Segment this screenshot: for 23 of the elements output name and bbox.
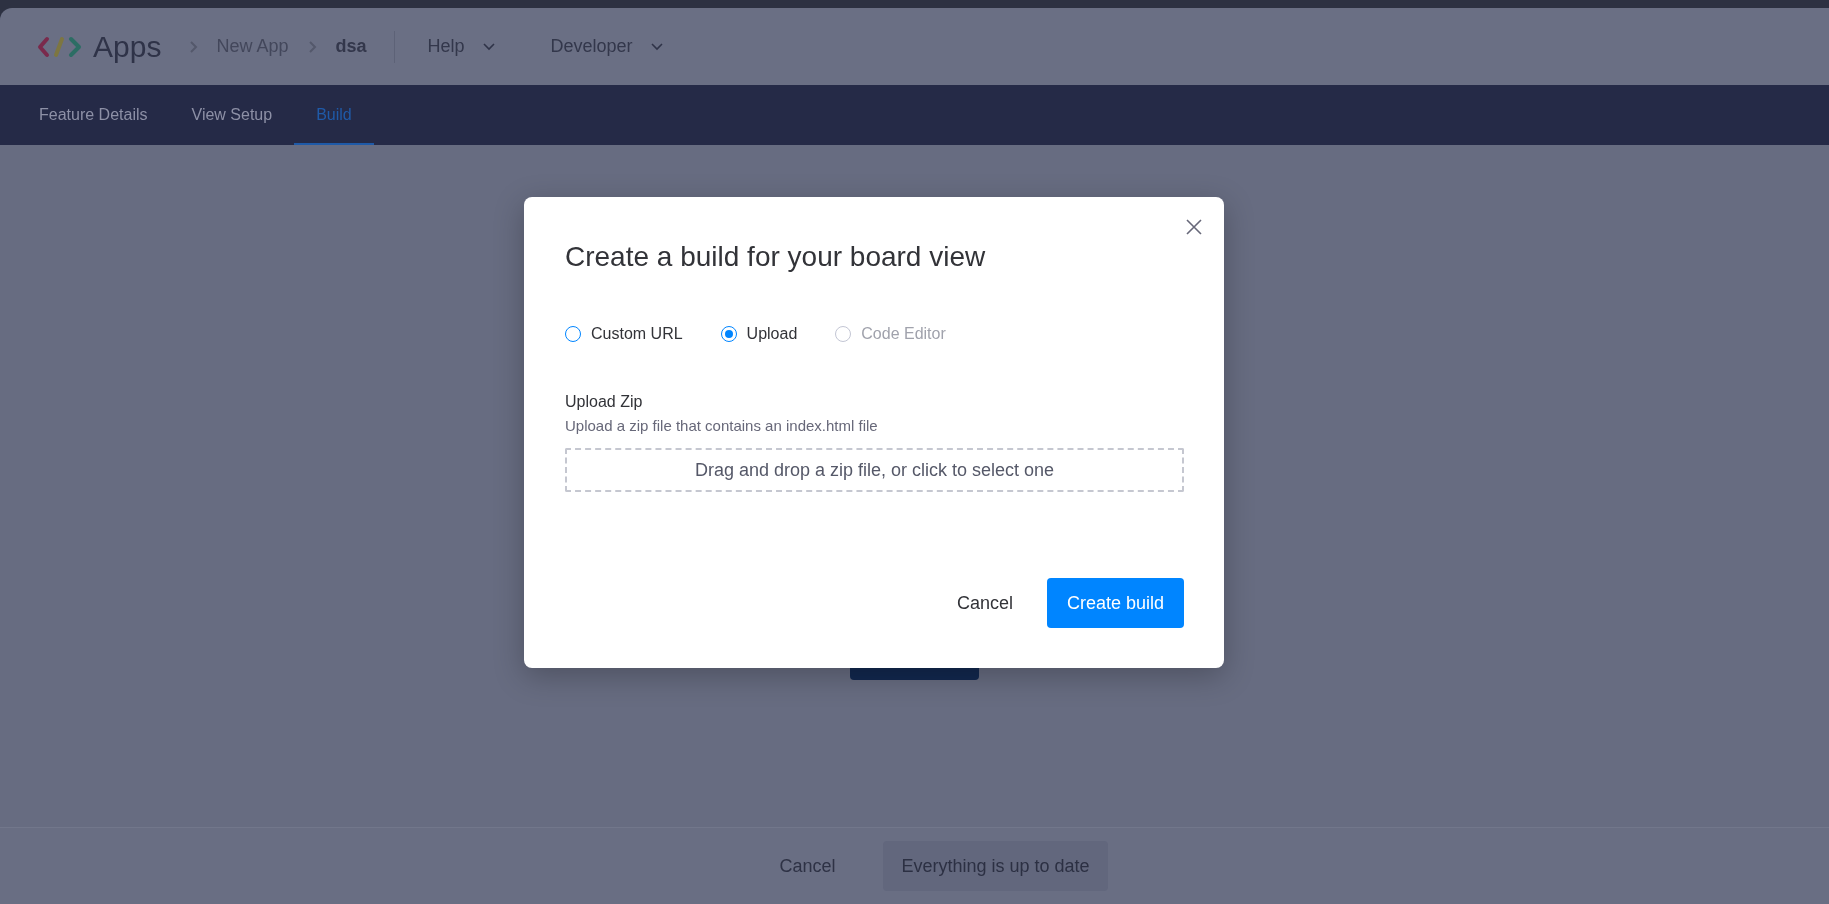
- tab[interactable]: Feature Details: [17, 85, 170, 145]
- menu-dropdown[interactable]: Developer: [550, 36, 663, 57]
- tab[interactable]: View Setup: [169, 85, 295, 145]
- chevron-right-icon: [308, 39, 318, 54]
- radio-button[interactable]: [720, 326, 737, 342]
- radio-option[interactable]: Custom URL: [565, 325, 683, 343]
- app-title: Apps: [93, 29, 162, 64]
- chevron-right-icon: [189, 39, 199, 54]
- close-icon: [1186, 219, 1202, 235]
- cancel-button[interactable]: Cancel: [761, 841, 854, 891]
- breadcrumb-link[interactable]: dsa: [335, 36, 367, 57]
- dialog-title: Create a build for your board view: [565, 241, 987, 273]
- dropzone[interactable]: Drag and drop a zip file, or click to select one: [565, 448, 1184, 492]
- field-description: Upload a zip file that contains an index.html file: [565, 417, 879, 434]
- cancel-button[interactable]: Cancel: [936, 578, 1033, 628]
- menu-dropdown[interactable]: Help: [427, 36, 495, 57]
- chevron-down-icon: [482, 42, 495, 51]
- radio-button[interactable]: [565, 326, 581, 342]
- field-label: Upload Zip: [565, 393, 644, 411]
- create-build-button[interactable]: Create build: [1046, 578, 1184, 628]
- radio-option[interactable]: Upload: [720, 325, 798, 343]
- code-logo-icon: [37, 35, 83, 58]
- chevron-down-icon: [650, 42, 663, 51]
